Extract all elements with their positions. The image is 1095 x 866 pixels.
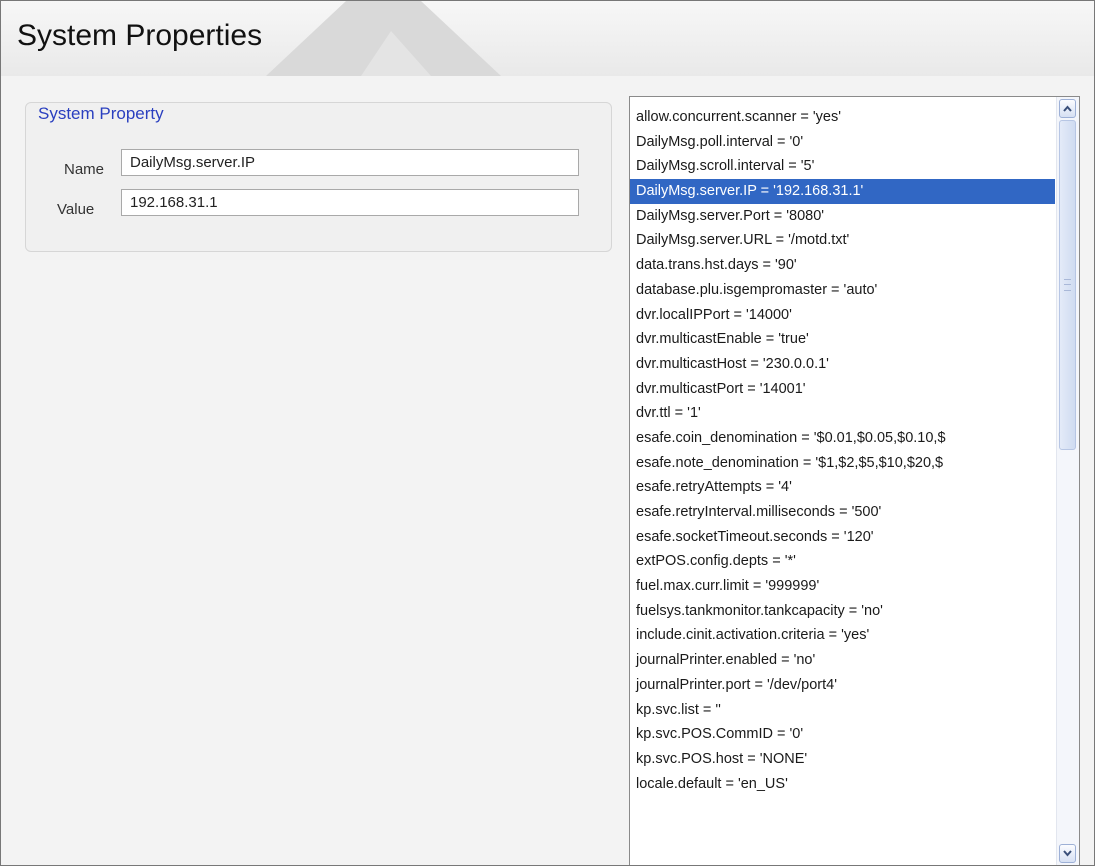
list-item[interactable]: kp.svc.POS.CommID = '0' (630, 722, 1055, 747)
list-item[interactable]: fuel.max.curr.limit = '999999' (630, 574, 1055, 599)
list-item[interactable]: journalPrinter.port = '/dev/port4' (630, 673, 1055, 698)
list-item[interactable]: DailyMsg.scroll.interval = '5' (630, 154, 1055, 179)
name-input[interactable] (121, 149, 579, 176)
scroll-grip-icon (1064, 279, 1071, 291)
list-item[interactable]: dvr.multicastEnable = 'true' (630, 327, 1055, 352)
list-item[interactable]: esafe.note_denomination = '$1,$2,$5,$10,… (630, 451, 1055, 476)
list-item[interactable]: esafe.retryAttempts = '4' (630, 475, 1055, 500)
list-item[interactable]: dvr.multicastPort = '14001' (630, 377, 1055, 402)
list-item[interactable]: DailyMsg.poll.interval = '0' (630, 130, 1055, 155)
list-item-selected[interactable]: DailyMsg.server.IP = '192.168.31.1' (630, 179, 1055, 204)
list-item[interactable]: esafe.coin_denomination = '$0.01,$0.05,$… (630, 426, 1055, 451)
scroll-thumb[interactable] (1059, 120, 1076, 450)
system-property-group (25, 102, 612, 252)
list-item[interactable]: DailyMsg.server.Port = '8080' (630, 204, 1055, 229)
list-item[interactable]: dvr.multicastHost = '230.0.0.1' (630, 352, 1055, 377)
list-item[interactable]: fuelsys.tankmonitor.tankcapacity = 'no' (630, 599, 1055, 624)
value-input[interactable] (121, 189, 579, 216)
list-item[interactable]: database.plu.isgempromaster = 'auto' (630, 278, 1055, 303)
properties-list: allow.concurrent.scanner = 'yes' DailyMsg… (630, 105, 1055, 796)
list-item[interactable]: extPOS.config.depts = '*' (630, 549, 1055, 574)
list-item[interactable]: kp.svc.list = '' (630, 698, 1055, 723)
list-item[interactable]: locale.default = 'en_US' (630, 772, 1055, 797)
system-properties-window: System Properties System Property Name V… (0, 0, 1095, 866)
page-title: System Properties (17, 19, 263, 52)
content-area: System Property Name Value allow.concurr… (1, 76, 1094, 865)
scroll-up-button[interactable] (1059, 99, 1076, 118)
list-item[interactable]: dvr.localIPPort = '14000' (630, 303, 1055, 328)
list-item[interactable]: data.trans.hst.days = '90' (630, 253, 1055, 278)
scroll-down-button[interactable] (1059, 844, 1076, 863)
list-item[interactable]: kp.svc.POS.host = 'NONE' (630, 747, 1055, 772)
properties-listbox[interactable]: allow.concurrent.scanner = 'yes' DailyMsg… (629, 96, 1080, 865)
name-label: Name (64, 161, 105, 178)
group-legend: System Property (34, 104, 168, 124)
value-label: Value (57, 201, 95, 218)
list-item[interactable]: allow.concurrent.scanner = 'yes' (630, 105, 1055, 130)
list-item[interactable]: dvr.ttl = '1' (630, 401, 1055, 426)
chevron-down-icon (1063, 850, 1072, 857)
list-item[interactable]: journalPrinter.enabled = 'no' (630, 648, 1055, 673)
header-bar: System Properties (1, 1, 1094, 76)
list-item[interactable]: include.cinit.activation.criteria = 'yes… (630, 623, 1055, 648)
list-item[interactable]: DailyMsg.server.URL = '/motd.txt' (630, 228, 1055, 253)
chevron-up-icon (1063, 105, 1072, 112)
list-item[interactable]: esafe.socketTimeout.seconds = '120' (630, 525, 1055, 550)
vertical-scrollbar[interactable] (1056, 97, 1079, 865)
list-item[interactable]: esafe.retryInterval.milliseconds = '500' (630, 500, 1055, 525)
